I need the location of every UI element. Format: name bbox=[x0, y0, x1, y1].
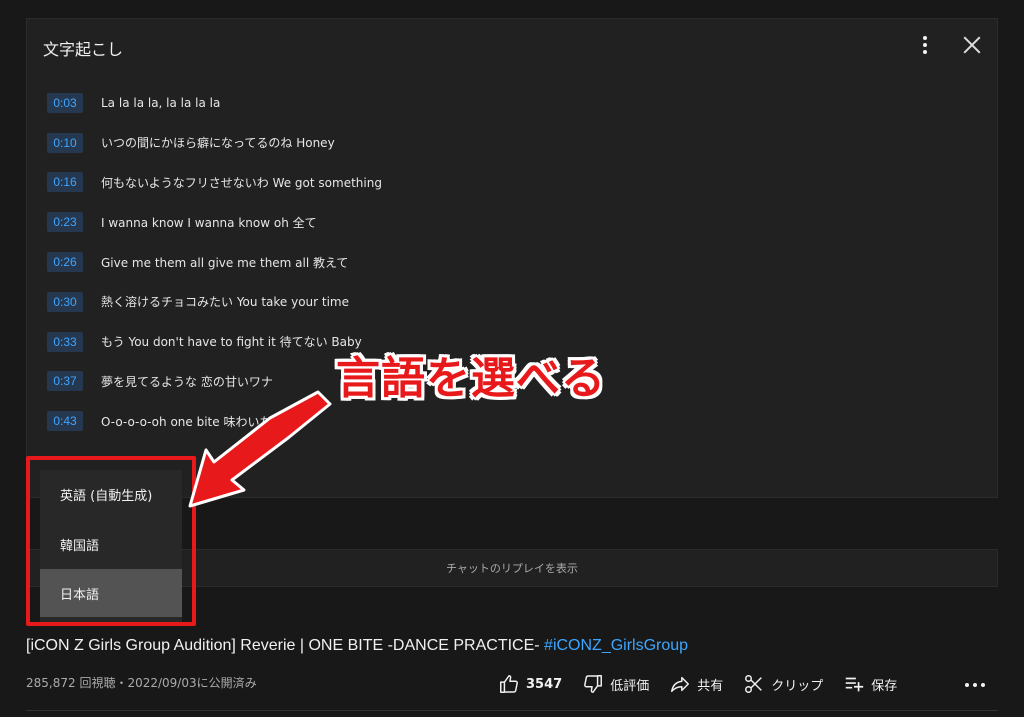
segment-timestamp[interactable]: 0:33 bbox=[47, 331, 83, 352]
divider bbox=[26, 710, 998, 711]
more-vert-icon[interactable] bbox=[917, 35, 933, 55]
thumbs-up-icon bbox=[500, 675, 518, 693]
segment-text: 何もないようなフリさせないわ We got something bbox=[101, 175, 382, 190]
scissors-icon bbox=[745, 675, 763, 693]
segment-timestamp[interactable]: 0:43 bbox=[47, 411, 83, 432]
hashtag-link[interactable]: #iCONZ_GirlsGroup bbox=[544, 637, 688, 654]
dislike-button[interactable]: 低評価 bbox=[582, 673, 649, 695]
segment-text: Give me them all give me them all 教えて bbox=[101, 255, 349, 270]
segment-text: La la la la, la la la la bbox=[101, 95, 221, 110]
annotation-label: 言語を選べる bbox=[336, 353, 606, 404]
video-title: [iCON Z Girls Group Audition] Reverie | … bbox=[26, 637, 688, 655]
segment-timestamp[interactable]: 0:16 bbox=[47, 172, 83, 193]
dislike-label: 低評価 bbox=[610, 678, 650, 694]
transcript-segment[interactable]: 0:43 O-o-o-o-oh one bite 味わいたい bbox=[47, 401, 967, 441]
transcript-segment[interactable]: 0:10 いつの間にかほら癖になってるのね Honey bbox=[47, 123, 967, 163]
transcript-segment[interactable]: 0:26 Give me them all give me them all 教… bbox=[47, 242, 967, 282]
save-label: 保存 bbox=[871, 678, 898, 694]
video-title-text: [iCON Z Girls Group Audition] Reverie | … bbox=[26, 637, 545, 654]
youtube-page: 文字起こし 0:03 La la la la, la la la la 0:10… bbox=[0, 0, 1024, 717]
segment-timestamp[interactable]: 0:03 bbox=[47, 92, 83, 113]
like-button[interactable]: 3547 bbox=[498, 673, 562, 695]
video-meta: 285,872 回視聴・2022/09/03に公開済み bbox=[26, 676, 257, 690]
close-icon[interactable] bbox=[961, 34, 983, 56]
segment-timestamp[interactable]: 0:30 bbox=[47, 291, 83, 312]
transcript-segment[interactable]: 0:16 何もないようなフリさせないわ We got something bbox=[47, 163, 967, 203]
transcript-panel: 文字起こし 0:03 La la la la, la la la la 0:10… bbox=[26, 18, 998, 498]
video-actions: 3547 低評価 共有 クリップ 保存 bbox=[498, 670, 917, 698]
save-button[interactable]: 保存 bbox=[843, 673, 897, 695]
segment-timestamp[interactable]: 0:10 bbox=[47, 132, 83, 153]
clip-button[interactable]: クリップ bbox=[743, 673, 823, 695]
segment-text: もう You don't have to fight it 待てない Baby bbox=[101, 335, 362, 350]
transcript-segment[interactable]: 0:30 熱く溶けるチョコみたい You take your time bbox=[47, 282, 967, 322]
segment-timestamp[interactable]: 0:26 bbox=[47, 252, 83, 273]
share-label: 共有 bbox=[697, 678, 724, 694]
like-count: 3547 bbox=[526, 676, 563, 692]
language-menu: 英語 (自動生成) 韓国語 日本語 bbox=[40, 470, 182, 622]
transcript-title: 文字起こし bbox=[43, 40, 124, 59]
language-option-english-auto[interactable]: 英語 (自動生成) bbox=[40, 470, 182, 518]
language-option-japanese[interactable]: 日本語 bbox=[40, 569, 182, 617]
segment-timestamp[interactable]: 0:23 bbox=[47, 212, 83, 233]
clip-label: クリップ bbox=[771, 678, 824, 694]
playlist-add-icon bbox=[845, 677, 864, 692]
share-button[interactable]: 共有 bbox=[669, 673, 723, 695]
segment-text: 夢を見てるような 恋の甘いワナ bbox=[101, 374, 273, 389]
segment-text: I wanna know I wanna know oh 全て bbox=[101, 215, 317, 230]
segment-text: O-o-o-o-oh one bite 味わいたい bbox=[101, 414, 284, 429]
more-horiz-icon[interactable] bbox=[962, 677, 988, 691]
segment-text: いつの間にかほら癖になってるのね Honey bbox=[101, 136, 335, 151]
language-option-korean[interactable]: 韓国語 bbox=[40, 520, 182, 568]
transcript-segment[interactable]: 0:03 La la la la, la la la la bbox=[47, 83, 967, 123]
thumbs-down-icon bbox=[584, 675, 603, 693]
segment-text: 熱く溶けるチョコみたい You take your time bbox=[101, 295, 349, 310]
segment-timestamp[interactable]: 0:37 bbox=[47, 371, 83, 392]
share-icon bbox=[671, 676, 690, 693]
transcript-segment[interactable]: 0:23 I wanna know I wanna know oh 全て bbox=[47, 202, 967, 242]
